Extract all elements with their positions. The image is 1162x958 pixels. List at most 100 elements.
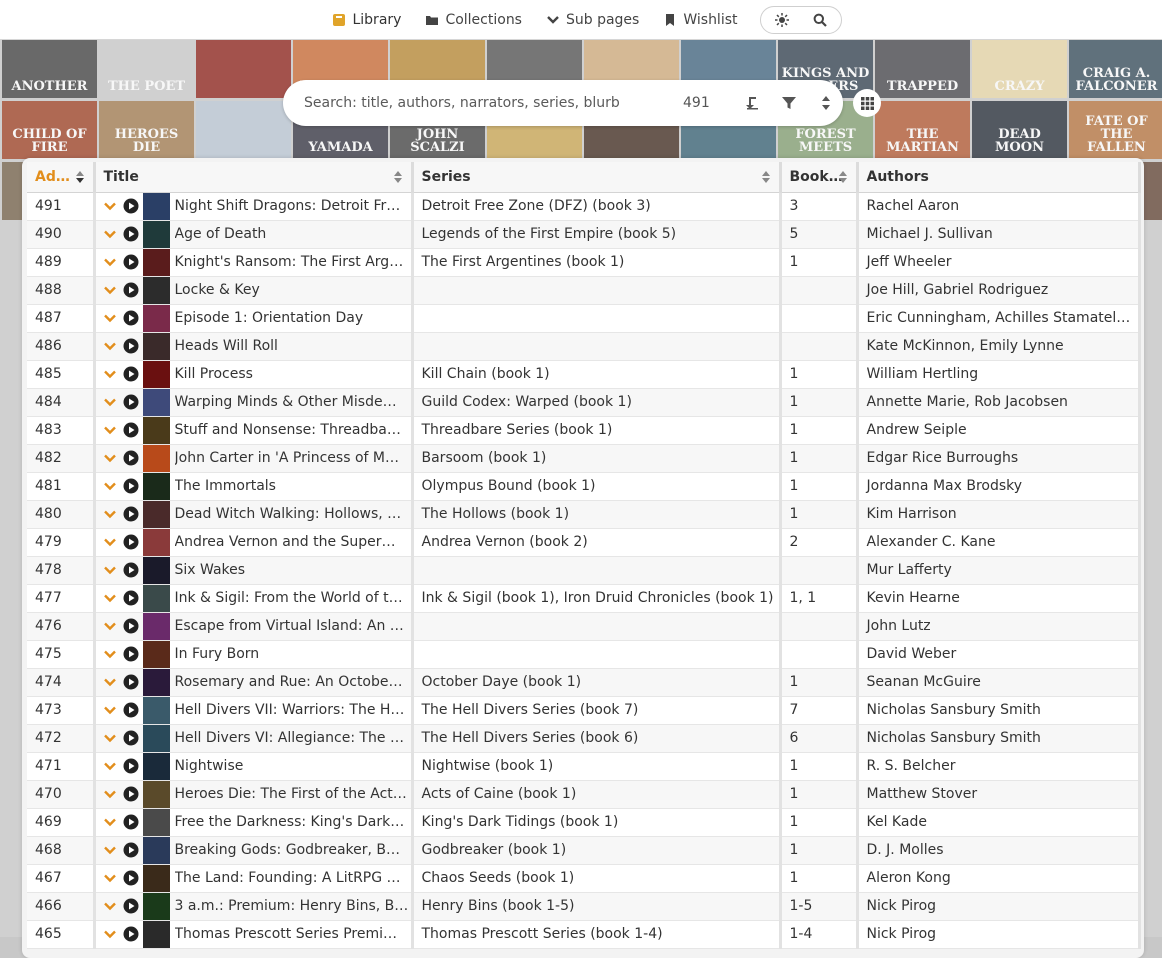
play-icon[interactable] xyxy=(123,758,139,774)
cell-series[interactable]: Chaos Seeds (book 1) xyxy=(412,864,782,893)
title-text[interactable]: Heads Will Roll xyxy=(175,338,278,354)
expand-chevron-icon[interactable] xyxy=(103,283,117,297)
cell-series[interactable] xyxy=(412,304,782,333)
play-icon[interactable] xyxy=(123,562,139,578)
expand-chevron-icon[interactable] xyxy=(103,591,117,605)
cell-series[interactable]: October Daye (book 1) xyxy=(412,668,782,697)
column-header-authors[interactable]: Authors xyxy=(857,162,1141,193)
expand-chevron-icon[interactable] xyxy=(103,675,117,689)
title-text[interactable]: The Immortals xyxy=(175,478,276,494)
table-row[interactable]: 479 Andrea Vernon and the Super… Andrea Ve… xyxy=(27,528,1141,557)
cover-thumbnail[interactable] xyxy=(142,304,170,331)
expand-chevron-icon[interactable] xyxy=(103,339,117,353)
cell-authors[interactable]: Michael J. Sullivan xyxy=(857,220,1141,249)
cell-series[interactable]: Detroit Free Zone (DFZ) (book 3) xyxy=(412,192,782,221)
expand-chevron-icon[interactable] xyxy=(103,255,117,269)
cell-authors[interactable]: Jeff Wheeler xyxy=(857,248,1141,277)
cell-series[interactable]: The Hell Divers Series (book 7) xyxy=(412,696,782,725)
title-text[interactable]: Dead Witch Walking: Hollows, … xyxy=(175,506,402,522)
cell-series[interactable]: The First Argentines (book 1) xyxy=(412,248,782,277)
title-text[interactable]: Hell Divers VII: Warriors: The H… xyxy=(175,702,405,718)
title-text[interactable]: Night Shift Dragons: Detroit Fr… xyxy=(175,198,401,214)
title-text[interactable]: Hell Divers VI: Allegiance: The … xyxy=(175,730,404,746)
cell-series[interactable] xyxy=(412,556,782,585)
expand-chevron-icon[interactable] xyxy=(103,703,117,717)
play-icon[interactable] xyxy=(123,702,139,718)
play-icon[interactable] xyxy=(123,478,139,494)
cell-authors[interactable]: Joe Hill, Gabriel Rodriguez xyxy=(857,276,1141,305)
title-text[interactable]: In Fury Born xyxy=(175,646,260,662)
cover-thumbnail[interactable] xyxy=(142,864,170,891)
cell-authors[interactable]: Nick Pirog xyxy=(857,920,1141,949)
cell-authors[interactable]: Eric Cunningham, Achilles Stamatelaky xyxy=(857,304,1141,333)
column-header-series[interactable]: Series xyxy=(412,162,782,193)
title-text[interactable]: Kill Process xyxy=(175,366,253,382)
cover-thumbnail[interactable] xyxy=(142,276,170,303)
expand-chevron-icon[interactable] xyxy=(103,815,117,829)
cell-authors[interactable]: Rachel Aaron xyxy=(857,192,1141,221)
table-row[interactable]: 488 Locke & Key Joe Hill, Gabriel Rodrigue… xyxy=(27,276,1141,305)
play-icon[interactable] xyxy=(123,310,139,326)
cover-thumbnail[interactable] xyxy=(142,668,170,695)
expand-chevron-icon[interactable] xyxy=(103,395,117,409)
expand-chevron-icon[interactable] xyxy=(103,367,117,381)
title-text[interactable]: Escape from Virtual Island: An … xyxy=(175,618,404,634)
table-row[interactable]: 475 In Fury Born David Weber xyxy=(27,640,1141,669)
expand-chevron-icon[interactable] xyxy=(103,199,117,213)
scroll-to-icon[interactable] xyxy=(744,95,760,111)
cell-series[interactable]: Barsoom (book 1) xyxy=(412,444,782,473)
cell-authors[interactable]: Kel Kade xyxy=(857,808,1141,837)
cell-series[interactable]: Legends of the First Empire (book 5) xyxy=(412,220,782,249)
table-row[interactable]: 486 Heads Will Roll Kate McKinnon, Emily L… xyxy=(27,332,1141,361)
cover-thumbnail[interactable] xyxy=(142,836,170,863)
table-row[interactable]: 477 Ink & Sigil: From the World of t… Ink … xyxy=(27,584,1141,613)
table-row[interactable]: 484 Warping Minds & Other Misde… Guild Cod… xyxy=(27,388,1141,417)
cover-thumbnail[interactable] xyxy=(142,584,170,611)
table-row[interactable]: 469 Free the Darkness: King's Dark… King's… xyxy=(27,808,1141,837)
cell-authors[interactable]: Aleron Kong xyxy=(857,864,1141,893)
title-text[interactable]: Six Wakes xyxy=(175,562,246,578)
column-header-book-number[interactable]: Book… xyxy=(780,162,859,193)
grid-view-toggle[interactable] xyxy=(853,89,881,117)
table-row[interactable]: 491 Night Shift Dragons: Detroit Fr… Detro… xyxy=(27,192,1141,221)
cell-authors[interactable]: John Lutz xyxy=(857,612,1141,641)
cell-series[interactable] xyxy=(412,332,782,361)
play-icon[interactable] xyxy=(123,926,139,942)
cell-series[interactable]: Guild Codex: Warped (book 1) xyxy=(412,388,782,417)
table-row[interactable]: 481 The Immortals Olympus Bound (book 1) 1 J… xyxy=(27,472,1141,501)
cell-authors[interactable]: R. S. Belcher xyxy=(857,752,1141,781)
cover-thumbnail[interactable] xyxy=(142,528,170,555)
cell-authors[interactable]: Andrew Seiple xyxy=(857,416,1141,445)
cell-series[interactable]: Acts of Caine (book 1) xyxy=(412,780,782,809)
cell-authors[interactable]: Matthew Stover xyxy=(857,780,1141,809)
cell-authors[interactable]: Nick Pirog xyxy=(857,892,1141,921)
cell-series[interactable] xyxy=(412,612,782,641)
cell-series[interactable]: Ink & Sigil (book 1), Iron Druid Chronic… xyxy=(412,584,782,613)
cell-series[interactable]: King's Dark Tidings (book 1) xyxy=(412,808,782,837)
title-text[interactable]: Ink & Sigil: From the World of t… xyxy=(175,590,403,606)
title-text[interactable]: Thomas Prescott Series Premi… xyxy=(175,926,397,942)
cell-series[interactable]: Threadbare Series (book 1) xyxy=(412,416,782,445)
search-input[interactable] xyxy=(302,94,666,112)
expand-chevron-icon[interactable] xyxy=(103,507,117,521)
cover-thumbnail[interactable] xyxy=(142,388,170,415)
expand-chevron-icon[interactable] xyxy=(103,619,117,633)
cell-series[interactable]: The Hell Divers Series (book 6) xyxy=(412,724,782,753)
play-icon[interactable] xyxy=(123,366,139,382)
cover-thumbnail[interactable] xyxy=(142,752,170,779)
title-text[interactable]: Free the Darkness: King's Dark… xyxy=(175,814,405,830)
cell-authors[interactable]: David Weber xyxy=(857,640,1141,669)
cell-authors[interactable]: Kate McKinnon, Emily Lynne xyxy=(857,332,1141,361)
cell-authors[interactable]: Kevin Hearne xyxy=(857,584,1141,613)
play-icon[interactable] xyxy=(123,646,139,662)
table-row[interactable]: 467 The Land: Founding: A LitRPG … Chaos S… xyxy=(27,864,1141,893)
expand-chevron-icon[interactable] xyxy=(103,787,117,801)
cell-series[interactable]: Henry Bins (book 1-5) xyxy=(412,892,782,921)
play-icon[interactable] xyxy=(123,198,139,214)
table-row[interactable]: 476 Escape from Virtual Island: An … John … xyxy=(27,612,1141,641)
cell-authors[interactable]: Nicholas Sansbury Smith xyxy=(857,696,1141,725)
expand-chevron-icon[interactable] xyxy=(103,311,117,325)
table-row[interactable]: 487 Episode 1: Orientation Day Eric Cunnin… xyxy=(27,304,1141,333)
title-text[interactable]: Locke & Key xyxy=(175,282,260,298)
cover-thumbnail[interactable] xyxy=(142,444,170,471)
